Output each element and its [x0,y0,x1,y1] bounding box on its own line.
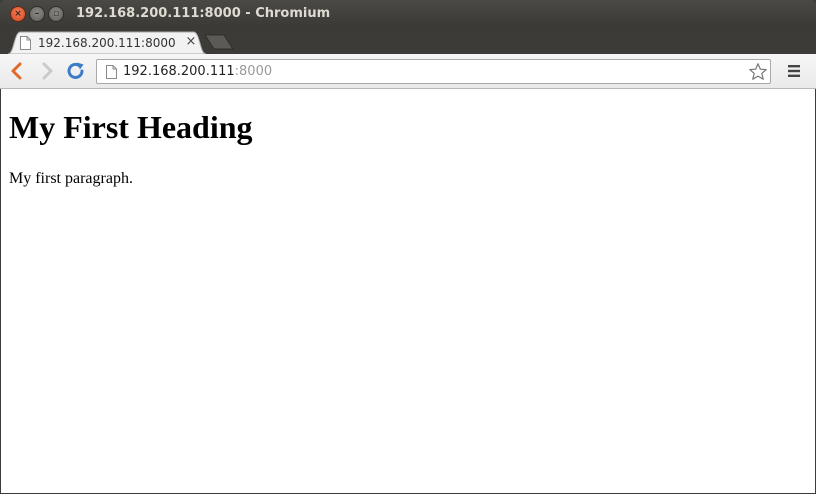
tab-active[interactable]: 192.168.200.111:8000 × [8,31,206,54]
window-minimize-button[interactable]: – [29,6,45,22]
new-tab-button[interactable] [204,34,234,50]
title-bar[interactable]: × – ▫ 192.168.200.111:8000 - Chromium [0,0,816,28]
page-icon [20,36,31,50]
bookmark-star-icon[interactable] [748,62,768,82]
tab-close-icon[interactable]: × [184,34,198,50]
window-title: 192.168.200.111:8000 - Chromium [76,6,331,21]
close-icon: × [14,9,22,19]
window-close-button[interactable]: × [10,6,26,22]
page-heading: My First Heading [9,109,253,145]
page-paragraph: My first paragraph. [9,170,133,187]
address-bar[interactable]: 192.168.200.111:8000 [96,59,771,84]
hamburger-menu-icon[interactable] [784,61,804,81]
tab-strip: 192.168.200.111:8000 × [0,28,816,54]
minimize-icon: – [34,9,40,19]
forward-arrow-icon[interactable] [36,60,58,82]
window-maximize-button[interactable]: ▫ [48,6,64,22]
toolbar: 192.168.200.111:8000 [0,54,816,89]
reload-icon[interactable] [65,60,87,82]
browser-window: × – ▫ 192.168.200.111:8000 - Chromium 19… [0,0,816,494]
maximize-icon: ▫ [52,9,60,19]
address-port: :8000 [234,64,273,79]
back-arrow-icon[interactable] [6,60,28,82]
tab-title: 192.168.200.111:8000 [38,36,176,50]
page-viewport: My First Heading My first paragraph. [1,89,815,493]
address-url[interactable]: 192.168.200.111:8000 [123,64,272,79]
address-host: 192.168.200.111 [123,64,235,79]
page-icon [106,65,117,79]
